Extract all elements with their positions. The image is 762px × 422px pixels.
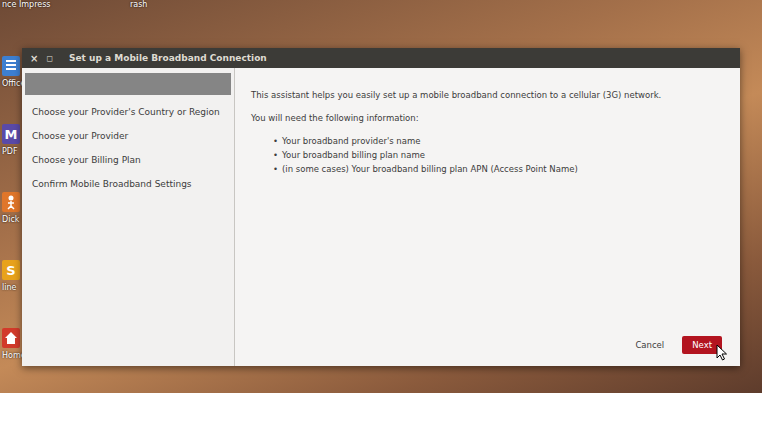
sidebar-item: Choose your Provider bbox=[25, 127, 231, 145]
content-panel: This assistant helps you easily set up a… bbox=[235, 68, 740, 366]
letter-icon: M bbox=[2, 124, 20, 144]
window-title: Set up a Mobile Broadband Connection bbox=[69, 53, 267, 63]
requirement-item: •(in some cases) Your broadband billing … bbox=[273, 164, 730, 174]
sidebar-item: Choose your Provider's Country or Region bbox=[25, 103, 231, 121]
button-row: Cancel Next bbox=[251, 336, 730, 356]
desktop-label[interactable]: nce Impress bbox=[2, 0, 51, 9]
desktop-label[interactable]: rash bbox=[130, 0, 147, 9]
sidebar: Choose your Provider's Country or Region… bbox=[22, 68, 235, 366]
desktop: nce Impress rash OfficeM PDF DickS line … bbox=[0, 0, 762, 393]
next-button[interactable]: Next bbox=[682, 336, 722, 354]
intro-text: This assistant helps you easily set up a… bbox=[251, 90, 730, 100]
close-button[interactable]: × bbox=[30, 53, 38, 64]
letter-icon: S bbox=[2, 260, 20, 280]
requirement-item: •Your broadband provider's name bbox=[273, 136, 730, 146]
desktop-icon[interactable]: Home 2s bbox=[2, 328, 22, 360]
sidebar-item bbox=[25, 73, 231, 95]
sidebar-item: Choose your Billing Plan bbox=[25, 151, 231, 169]
doc-icon bbox=[2, 56, 20, 76]
desktop-icon[interactable]: Dick bbox=[2, 192, 22, 224]
title-bar: × ◻ Set up a Mobile Broadband Connection bbox=[22, 48, 740, 68]
requirement-item: •Your broadband billing plan name bbox=[273, 150, 730, 160]
requirements-heading: You will need the following information: bbox=[251, 113, 730, 123]
screen: nce Impress rash OfficeM PDF DickS line … bbox=[0, 0, 762, 422]
desktop-icon[interactable]: Office bbox=[2, 56, 22, 88]
requirements-list: •Your broadband provider's name •Your bro… bbox=[251, 136, 730, 174]
home-icon bbox=[2, 328, 20, 348]
maximize-button[interactable]: ◻ bbox=[46, 54, 53, 63]
figure-icon bbox=[2, 192, 20, 212]
cursor-icon bbox=[716, 344, 728, 361]
dialog-window: × ◻ Set up a Mobile Broadband Connection… bbox=[22, 48, 740, 366]
cancel-button[interactable]: Cancel bbox=[625, 336, 674, 354]
sidebar-item: Confirm Mobile Broadband Settings bbox=[25, 175, 231, 193]
desktop-icon[interactable]: S line bbox=[2, 260, 22, 292]
desktop-icon[interactable]: M PDF bbox=[2, 124, 22, 156]
